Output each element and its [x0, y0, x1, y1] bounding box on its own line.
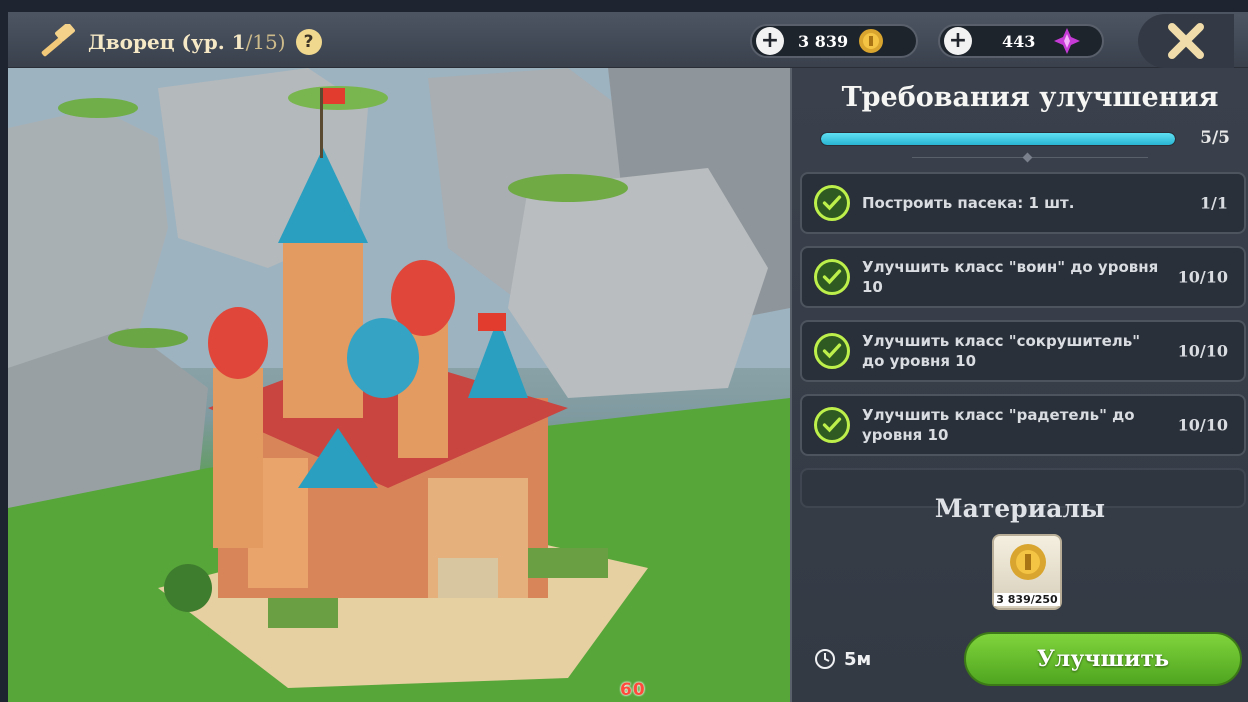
requirement-count: 1/1 — [1199, 193, 1228, 213]
materials-title: Материалы — [934, 494, 1106, 523]
close-icon — [1168, 23, 1204, 59]
top-bar: Дворец (ур. 1/15) ? + 3 839 + 443 — [8, 12, 1248, 68]
fps-counter: 60 — [620, 680, 646, 700]
upgrade-button[interactable]: Улучшить — [964, 632, 1242, 686]
requirement-count: 10/10 — [1177, 341, 1228, 361]
requirement-text: Улучшить класс "сокрушитель" до уровня 1… — [862, 332, 1141, 370]
requirement-text: Построить пасека: 1 шт. — [862, 194, 1075, 212]
building-name: Дворец (ур. 1/15) — [88, 30, 286, 54]
material-count: 3 839/250 — [994, 593, 1060, 606]
gold-coin-icon — [1010, 544, 1046, 580]
add-coins-button[interactable]: + — [756, 27, 784, 55]
purple-gem-icon — [1054, 28, 1081, 54]
hammer-icon — [41, 24, 75, 57]
requirement-row[interactable]: Построить пасека: 1 шт. 1/1 — [800, 172, 1246, 234]
checkmark-icon — [814, 185, 850, 221]
requirement-row[interactable]: Улучшить класс "воин" до уровня 10 10/10 — [800, 246, 1246, 308]
requirement-row[interactable]: Улучшить класс "радетель" до уровня 10 10… — [800, 394, 1246, 456]
requirement-row[interactable]: Улучшить класс "сокрушитель" до уровня 1… — [800, 320, 1246, 382]
add-gems-button[interactable]: + — [944, 27, 972, 55]
requirement-count: 10/10 — [1177, 415, 1228, 435]
upgrade-panel: Требования улучшения 5/5 Построить пасек… — [790, 68, 1248, 702]
timer-value: 5м — [844, 648, 872, 670]
gold-coin-icon — [859, 29, 884, 53]
gems-counter: + 443 — [938, 24, 1104, 58]
requirement-text: Улучшить класс "воин" до уровня 10 — [862, 258, 1159, 296]
clock-icon — [815, 649, 835, 669]
upgrade-timer: 5м — [814, 648, 871, 670]
coins-counter: + 3 839 — [750, 24, 918, 58]
palace-illustration — [8, 68, 790, 702]
checkmark-icon — [814, 259, 850, 295]
requirement-text: Улучшить класс "радетель" до уровня 10 — [862, 406, 1135, 444]
gems-value: 443 — [1002, 31, 1036, 51]
checkmark-icon — [814, 407, 850, 443]
requirements-progress-bar — [820, 132, 1176, 146]
requirements-list[interactable]: Построить пасека: 1 шт. 1/1 Улучшить класс… — [800, 172, 1246, 534]
coins-value: 3 839 — [798, 31, 849, 51]
checkmark-icon — [814, 333, 850, 369]
help-icon[interactable]: ? — [295, 29, 322, 55]
building-title: Дворец (ур. 1/15) ? — [38, 24, 322, 60]
palace-scene — [8, 68, 790, 702]
requirements-progress-label: 5/5 — [1200, 128, 1230, 148]
close-button[interactable] — [1138, 14, 1234, 68]
material-tile[interactable]: 3 839/250 — [992, 534, 1062, 610]
requirement-count: 10/10 — [1177, 267, 1228, 287]
panel-title: Требования улучшения — [841, 82, 1219, 113]
